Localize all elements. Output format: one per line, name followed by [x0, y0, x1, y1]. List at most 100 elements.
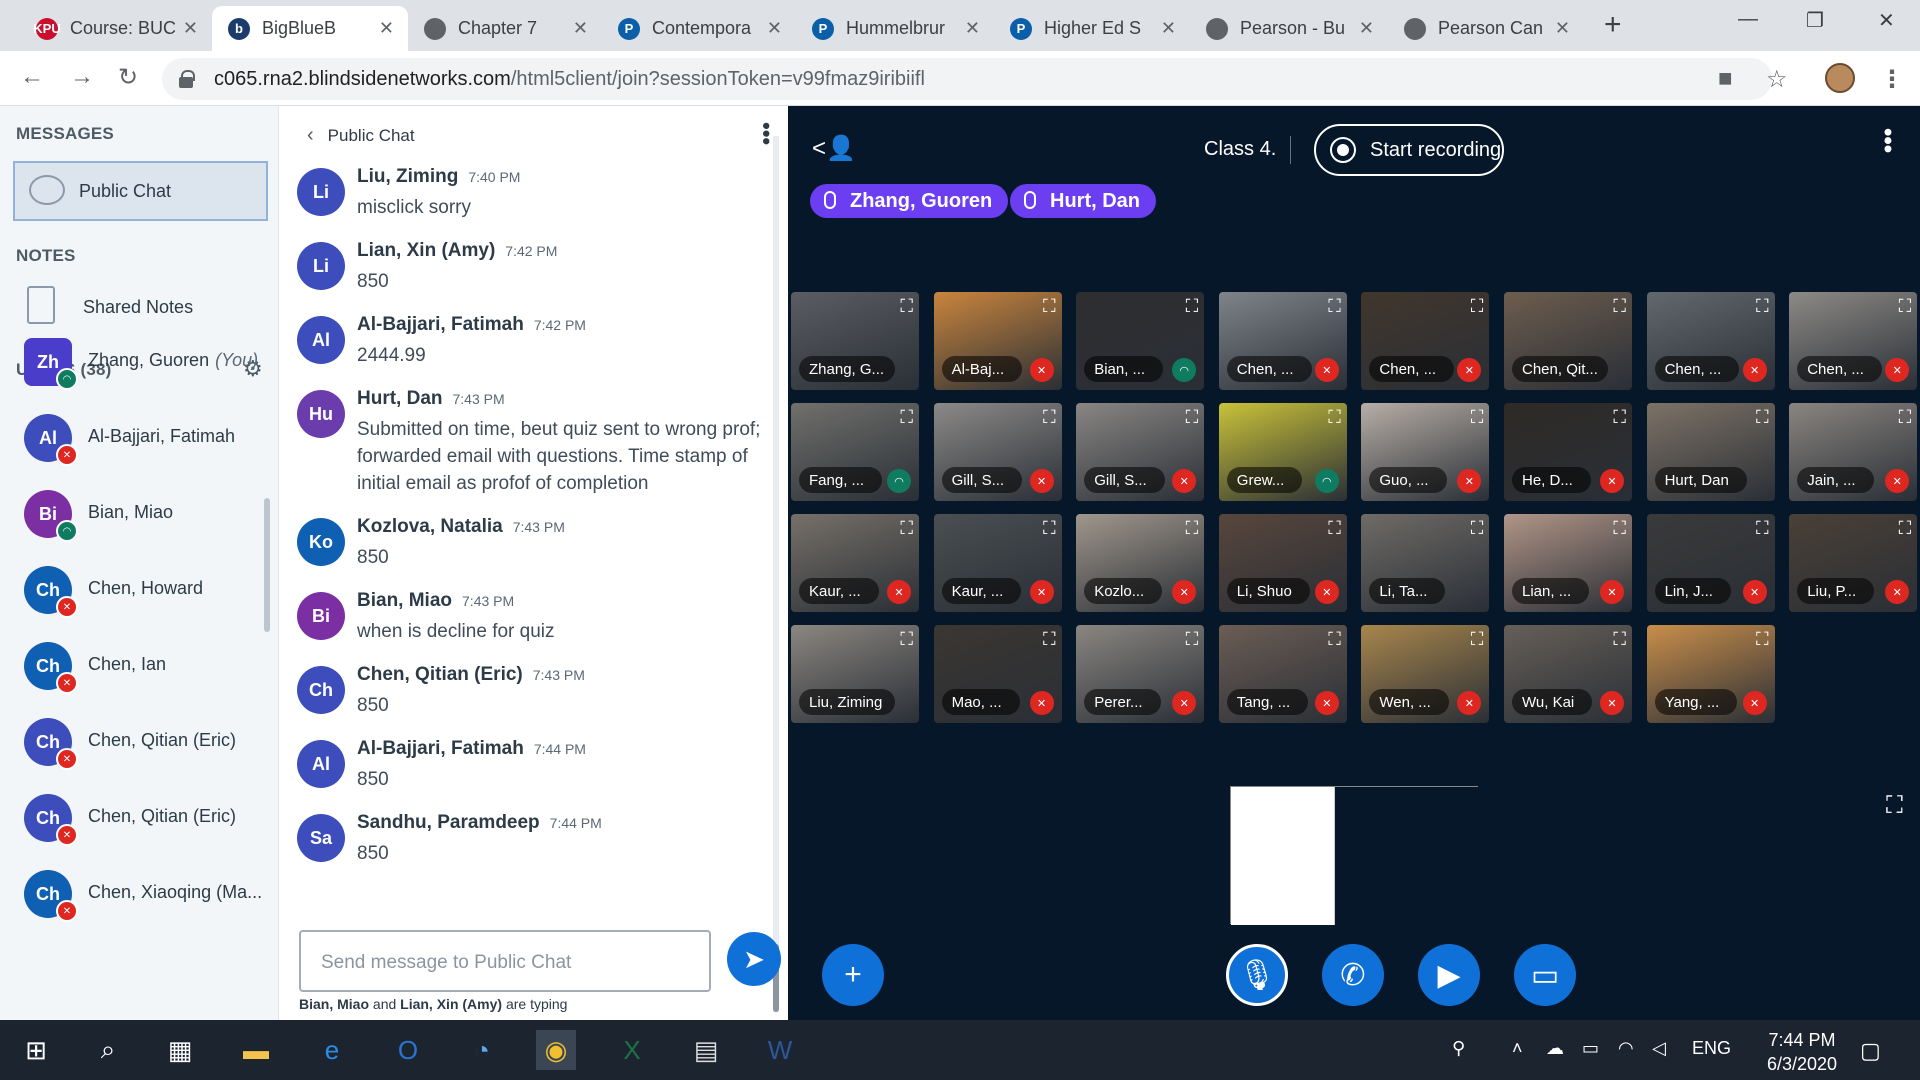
profile-avatar[interactable]: [1825, 63, 1855, 93]
browser-tab[interactable]: Pearson - Bu ✕: [1190, 6, 1388, 51]
chat-scrollbar[interactable]: [773, 136, 779, 1012]
webcam-tile[interactable]: ⛶ Tang, ... ✕: [1218, 625, 1347, 723]
fullscreen-icon[interactable]: ⛶: [900, 296, 913, 317]
close-tab-icon[interactable]: ✕: [767, 18, 782, 39]
fullscreen-icon[interactable]: ⛶: [900, 629, 913, 650]
webcam-tile[interactable]: ⛶ Chen, ... ✕: [1361, 292, 1490, 390]
user-list-item[interactable]: Ch ✕ Chen, Howard: [0, 552, 270, 628]
webcam-user-label[interactable]: Kaur, ...: [941, 578, 1022, 604]
fullscreen-icon[interactable]: ⛶: [1328, 629, 1341, 650]
battery-icon[interactable]: ▭: [1582, 1038, 1599, 1059]
internet-explorer-icon[interactable]: e: [312, 1030, 352, 1070]
fullscreen-icon[interactable]: ⛶: [1471, 296, 1484, 317]
webcam-tile[interactable]: ⛶Hurt, Dan◠: [1646, 403, 1775, 501]
webcam-tile[interactable]: ⛶ Jain, ... ✕: [1789, 403, 1918, 501]
webcam-user-label[interactable]: Perer...: [1084, 689, 1161, 715]
browser-tab[interactable]: Pearson Can ✕: [1388, 6, 1584, 51]
chevron-left-icon[interactable]: ‹: [307, 124, 314, 147]
webcam-user-label[interactable]: Wu, Kai: [1512, 689, 1593, 715]
fullscreen-icon[interactable]: ⛶: [1186, 518, 1199, 539]
close-window-icon[interactable]: ✕: [1878, 8, 1895, 33]
webcam-user-label[interactable]: Chen, ...: [1797, 356, 1882, 382]
webcam-tile[interactable]: ⛶ Chen, ... ✕: [1646, 292, 1775, 390]
browser-tab[interactable]: P Contempora ✕: [602, 6, 796, 51]
webcam-user-label[interactable]: Liu, P...: [1797, 578, 1875, 604]
fullscreen-icon[interactable]: ⛶: [1899, 518, 1912, 539]
user-list-item[interactable]: Zh ◠ Zhang, Guoren (You): [0, 324, 270, 400]
webcam-tile[interactable]: ⛶ Chen, ... ✕: [1789, 292, 1918, 390]
browser-tab[interactable]: KPU Course: BUC ✕: [20, 6, 212, 51]
close-tab-icon[interactable]: ✕: [965, 18, 980, 39]
close-tab-icon[interactable]: ✕: [573, 18, 588, 39]
webcam-tile[interactable]: ⛶ Li, Shuo ✕: [1218, 514, 1347, 612]
fullscreen-icon[interactable]: ⛶: [1886, 792, 1903, 820]
webcam-user-label[interactable]: He, D...: [1512, 467, 1591, 493]
webcam-tile[interactable]: ⛶ Wu, Kai ✕: [1504, 625, 1632, 723]
webcam-user-label[interactable]: Li, Ta...: [1369, 578, 1446, 604]
search-icon[interactable]: ⌕: [88, 1030, 128, 1070]
excel-icon[interactable]: X: [612, 1030, 652, 1070]
fullscreen-icon[interactable]: ⛶: [1186, 629, 1199, 650]
webcam-user-label[interactable]: Liu, Ziming: [799, 689, 895, 715]
reload-icon[interactable]: ↻: [118, 63, 138, 92]
fullscreen-icon[interactable]: ⛶: [1328, 518, 1341, 539]
webcam-user-label[interactable]: Chen, Qit...: [1512, 356, 1608, 382]
minimize-icon[interactable]: —: [1738, 8, 1758, 31]
webcam-user-label[interactable]: Kozlo...: [1084, 578, 1163, 604]
fullscreen-icon[interactable]: ⛶: [1613, 629, 1626, 650]
close-tab-icon[interactable]: ✕: [183, 18, 198, 39]
fullscreen-icon[interactable]: ⛶: [1471, 518, 1484, 539]
user-list-item[interactable]: Ch ✕ Chen, Qitian (Eric): [0, 704, 270, 780]
fullscreen-icon[interactable]: ⛶: [1613, 407, 1626, 428]
webcam-tile[interactable]: ⛶ Mao, ... ✕: [933, 625, 1062, 723]
chrome-icon[interactable]: ◉: [536, 1030, 576, 1070]
webcam-user-label[interactable]: Chen, ...: [1226, 356, 1312, 382]
public-chat-item[interactable]: Public Chat: [13, 161, 268, 221]
task-view-icon[interactable]: ▦: [160, 1030, 200, 1070]
webcam-tile[interactable]: ⛶Liu, Ziming◠: [791, 625, 919, 723]
webcam-user-label[interactable]: Yang, ...: [1654, 689, 1738, 715]
send-button[interactable]: ➤: [727, 932, 781, 986]
refresh-app-icon[interactable]: ◔: [462, 1030, 502, 1070]
word-icon[interactable]: W: [760, 1030, 800, 1070]
onedrive-icon[interactable]: ☁: [1546, 1038, 1564, 1059]
webcam-tile[interactable]: ⛶ Yang, ... ✕: [1646, 625, 1775, 723]
webcam-tile[interactable]: ⛶ Gill, S... ✕: [933, 403, 1062, 501]
webcam-user-label[interactable]: Hurt, Dan: [1654, 467, 1747, 493]
camera-blocked-icon[interactable]: ■: [1718, 65, 1733, 93]
webcam-user-label[interactable]: Fang, ...: [799, 467, 883, 493]
talking-user-pill[interactable]: Hurt, Dan: [1010, 184, 1156, 218]
webcam-tile[interactable]: ⛶Chen, Qit...◠: [1504, 292, 1632, 390]
screenshare-thumbnail[interactable]: [1230, 786, 1479, 925]
share-webcam-button[interactable]: ▶: [1418, 944, 1480, 1006]
back-icon[interactable]: ←: [20, 63, 44, 91]
webcam-tile[interactable]: ⛶ Grew... ◠: [1218, 403, 1347, 501]
share-screen-button[interactable]: ▭: [1514, 944, 1576, 1006]
webcam-user-label[interactable]: Chen, ...: [1654, 356, 1740, 382]
webcam-user-label[interactable]: Mao, ...: [941, 689, 1020, 715]
webcam-user-label[interactable]: Gill, S...: [1084, 467, 1165, 493]
browser-tab[interactable]: P Hummelbrur ✕: [796, 6, 994, 51]
file-explorer-icon[interactable]: ▬: [236, 1030, 276, 1070]
webcam-user-label[interactable]: Li, Shuo: [1226, 578, 1310, 604]
fullscreen-icon[interactable]: ⛶: [1899, 296, 1912, 317]
webcam-tile[interactable]: ⛶ Al-Baj... ✕: [933, 292, 1062, 390]
webcam-tile[interactable]: ⛶ Chen, ... ✕: [1218, 292, 1347, 390]
webcam-tile[interactable]: ⛶ Kaur, ... ✕: [933, 514, 1062, 612]
webcam-tile[interactable]: ⛶ He, D... ✕: [1504, 403, 1632, 501]
webcam-tile[interactable]: ⛶ Bian, ... ◠: [1076, 292, 1205, 390]
webcam-tile[interactable]: ⛶ Wen, ... ✕: [1361, 625, 1490, 723]
windows-start-icon[interactable]: ⊞: [16, 1030, 56, 1070]
fullscreen-icon[interactable]: ⛶: [900, 518, 913, 539]
notifications-icon[interactable]: ▢: [1860, 1038, 1881, 1064]
webcam-user-label[interactable]: Bian, ...: [1084, 356, 1164, 382]
outlook-icon[interactable]: O: [388, 1030, 428, 1070]
webcam-user-label[interactable]: Lian, ...: [1512, 578, 1590, 604]
new-tab-button[interactable]: +: [1604, 8, 1622, 42]
calculator-icon[interactable]: ▤: [686, 1030, 726, 1070]
webcam-user-label[interactable]: Grew...: [1226, 467, 1303, 493]
tray-chevron-icon[interactable]: ˄: [1512, 1038, 1523, 1059]
webcam-tile[interactable]: ⛶ Gill, S... ✕: [1076, 403, 1205, 501]
webcam-user-label[interactable]: Wen, ...: [1369, 689, 1449, 715]
webcam-user-label[interactable]: Gill, S...: [941, 467, 1023, 493]
